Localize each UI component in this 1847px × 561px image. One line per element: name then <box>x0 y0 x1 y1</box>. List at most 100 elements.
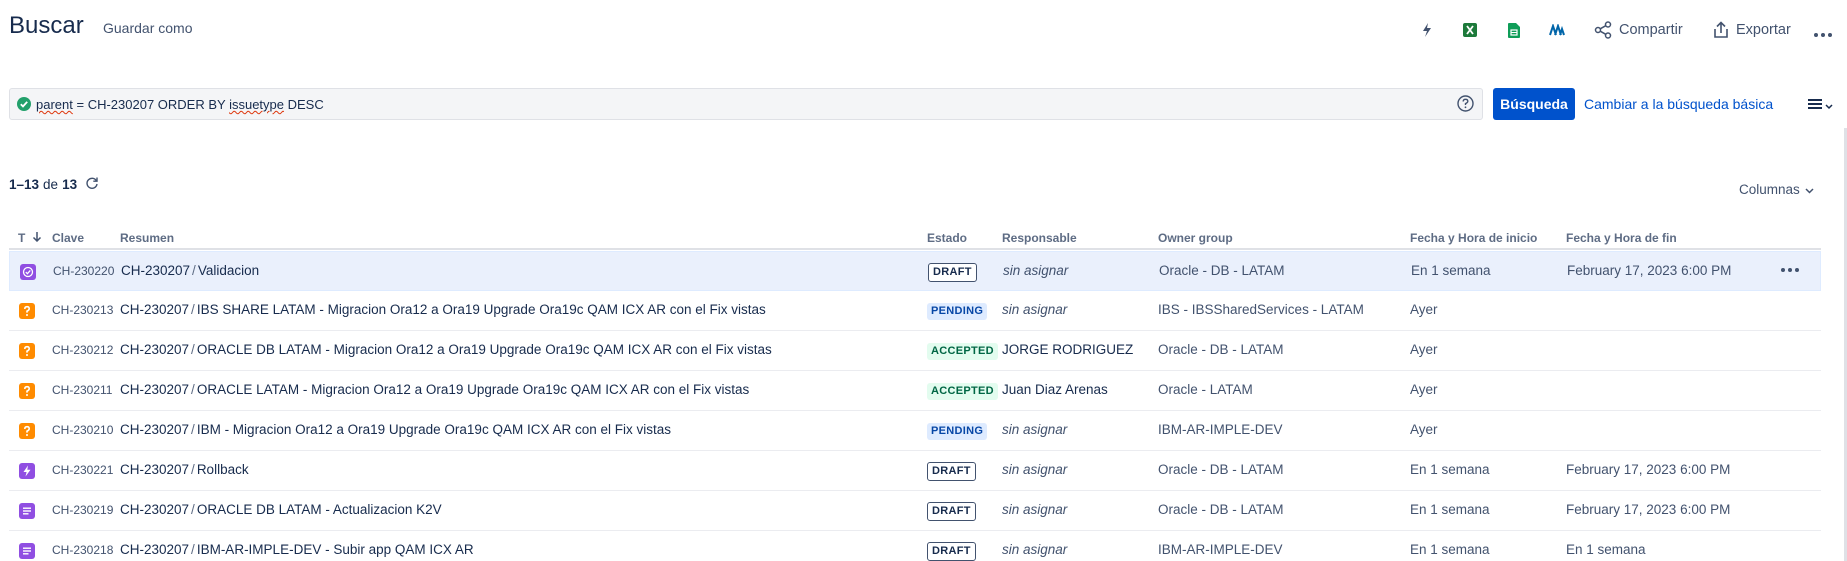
assignee[interactable]: sin asignar <box>1002 502 1067 517</box>
table-row[interactable]: CH-230218 CH-230207/IBM-AR-IMPLE-DEV - Su… <box>9 531 1821 561</box>
question-icon <box>19 383 35 399</box>
row-actions-icon[interactable] <box>1781 268 1799 272</box>
issue-key-link[interactable]: CH-230210 <box>52 423 113 437</box>
table-row[interactable]: CH-230213 CH-230207/IBS SHARE LATAM - Mig… <box>9 291 1821 331</box>
lightning-icon <box>1421 22 1433 38</box>
parent-key-link[interactable]: CH-230207 <box>120 342 189 357</box>
parent-key-link[interactable]: CH-230207 <box>120 382 189 397</box>
table-row[interactable]: CH-230221 CH-230207/Rollback DRAFT sin asig… <box>9 451 1821 491</box>
refresh-icon[interactable] <box>85 176 99 193</box>
jql-query-text[interactable]: parent = CH-230207 ORDER BY issuetype DE… <box>36 97 324 112</box>
breadcrumb-separator: / <box>191 542 195 557</box>
assignee[interactable]: JORGE RODRIGUEZ <box>1002 342 1133 357</box>
table-row[interactable]: CH-230210 CH-230207/IBM - Migracion Ora12… <box>9 411 1821 451</box>
column-summary[interactable]: Resumen <box>120 231 174 245</box>
assignee[interactable]: sin asignar <box>1002 542 1067 557</box>
jql-search-field[interactable]: parent = CH-230207 ORDER BY issuetype DE… <box>9 88 1483 120</box>
document-icon <box>19 503 35 519</box>
summary-link[interactable]: Rollback <box>197 462 249 477</box>
parent-key-link[interactable]: CH-230207 <box>120 422 189 437</box>
issue-key-link[interactable]: CH-230212 <box>52 343 113 357</box>
parent-key-link[interactable]: CH-230207 <box>120 302 189 317</box>
column-type[interactable]: T <box>18 231 42 245</box>
issue-summary: CH-230207/IBM-AR-IMPLE-DEV - Subir app Q… <box>120 542 474 557</box>
power-bi-button[interactable] <box>1549 19 1565 41</box>
summary-link[interactable]: IBM - Migracion Ora12 a Ora19 Upgrade Or… <box>197 422 671 437</box>
subtask-check-icon <box>20 264 36 280</box>
status-badge[interactable]: DRAFT <box>927 462 976 481</box>
status-badge[interactable]: DRAFT <box>927 542 976 561</box>
export-icon <box>1713 21 1729 39</box>
connector-icon <box>1549 24 1565 36</box>
breadcrumb-separator: / <box>191 422 195 437</box>
table-row[interactable]: CH-230219 CH-230207/ORACLE DB LATAM - Act… <box>9 491 1821 531</box>
result-total: 13 <box>62 177 78 192</box>
search-button[interactable]: Búsqueda <box>1493 88 1575 120</box>
table-row[interactable]: CH-230212 CH-230207/ORACLE DB LATAM - Mig… <box>9 331 1821 371</box>
assignee[interactable]: sin asignar <box>1002 422 1067 437</box>
status-badge[interactable]: PENDING <box>927 422 988 440</box>
parent-key-link[interactable]: CH-230207 <box>120 502 189 517</box>
summary-link[interactable]: ORACLE DB LATAM - Actualizacion K2V <box>197 502 442 517</box>
table-row[interactable]: CH-230211 CH-230207/ORACLE LATAM - Migrac… <box>9 371 1821 411</box>
issue-key-link[interactable]: CH-230213 <box>52 303 113 317</box>
assignee[interactable]: sin asignar <box>1002 302 1067 317</box>
google-sheets-icon <box>1508 22 1520 38</box>
issue-summary: CH-230207/ORACLE DB LATAM - Actualizacio… <box>120 502 442 517</box>
issue-summary: CH-230207/ORACLE LATAM - Migracion Ora12… <box>120 382 749 397</box>
parent-key-link[interactable]: CH-230207 <box>120 462 189 477</box>
summary-link[interactable]: ORACLE DB LATAM - Migracion Ora12 a Ora1… <box>197 342 772 357</box>
columns-label: Columnas <box>1739 182 1800 197</box>
issue-key-link[interactable]: CH-230219 <box>52 503 113 517</box>
export-button[interactable]: Exportar <box>1713 19 1791 41</box>
status-badge[interactable]: ACCEPTED <box>927 342 998 360</box>
export-excel-button[interactable] <box>1463 19 1477 41</box>
issue-key-link[interactable]: CH-230221 <box>52 463 113 477</box>
parent-key-link[interactable]: CH-230207 <box>121 263 190 278</box>
column-assignee[interactable]: Responsable <box>1002 231 1077 245</box>
assignee[interactable]: sin asignar <box>1002 462 1067 477</box>
automation-button[interactable] <box>1421 19 1433 41</box>
more-actions-button[interactable] <box>1814 24 1832 46</box>
summary-link[interactable]: IBS SHARE LATAM - Migracion Ora12 a Ora1… <box>197 302 766 317</box>
valid-query-check-icon <box>17 97 31 116</box>
status-badge[interactable]: PENDING <box>927 302 988 320</box>
issue-key-link[interactable]: CH-230220 <box>53 264 114 278</box>
start-date: Ayer <box>1410 342 1438 357</box>
more-horizontal-icon <box>1814 33 1832 37</box>
share-button[interactable]: Compartir <box>1594 19 1683 41</box>
question-icon <box>19 303 35 319</box>
status-badge[interactable]: DRAFT <box>927 502 976 521</box>
assignee[interactable]: sin asignar <box>1003 263 1068 278</box>
column-status[interactable]: Estado <box>927 231 967 245</box>
column-owner-group[interactable]: Owner group <box>1158 231 1233 245</box>
columns-button[interactable]: Columnas <box>1739 182 1814 197</box>
status-badge[interactable]: DRAFT <box>928 263 977 282</box>
issue-summary: CH-230207/Rollback <box>120 462 249 477</box>
issue-summary: CH-230207/ORACLE DB LATAM - Migracion Or… <box>120 342 772 357</box>
summary-link[interactable]: Validacion <box>198 263 259 278</box>
parent-key-link[interactable]: CH-230207 <box>120 542 189 557</box>
start-date: Ayer <box>1410 422 1438 437</box>
issue-key-link[interactable]: CH-230218 <box>52 543 113 557</box>
column-key[interactable]: Clave <box>52 231 84 245</box>
save-as-button[interactable]: Guardar como <box>103 20 192 36</box>
breadcrumb-separator: / <box>191 502 195 517</box>
query-middle: = CH-230207 ORDER BY <box>72 97 230 112</box>
chevron-down-icon <box>1805 182 1814 197</box>
top-bar: Buscar Guardar como Compartir Exportar <box>0 0 1847 58</box>
summary-link[interactable]: ORACLE LATAM - Migracion Ora12 a Ora19 U… <box>197 382 749 397</box>
status-badge[interactable]: ACCEPTED <box>927 382 998 400</box>
switch-basic-search-link[interactable]: Cambiar a la búsqueda básica <box>1584 96 1773 112</box>
table-row[interactable]: CH-230220 CH-230207/Validacion DRAFT sin as… <box>9 251 1821 291</box>
summary-link[interactable]: IBM-AR-IMPLE-DEV - Subir app QAM ICX AR <box>197 542 474 557</box>
column-start-date[interactable]: Fecha y Hora de inicio <box>1410 231 1537 245</box>
view-options-button[interactable] <box>1808 97 1833 115</box>
export-sheets-button[interactable] <box>1508 19 1520 41</box>
help-icon[interactable] <box>1457 95 1474 117</box>
column-end-date[interactable]: Fecha y Hora de fin <box>1566 231 1677 245</box>
end-date: February 17, 2023 6:00 PM <box>1566 502 1731 517</box>
issue-key-link[interactable]: CH-230211 <box>52 383 112 397</box>
assignee[interactable]: Juan Diaz Arenas <box>1002 382 1108 397</box>
owner-group: Oracle - DB - LATAM <box>1158 462 1284 477</box>
